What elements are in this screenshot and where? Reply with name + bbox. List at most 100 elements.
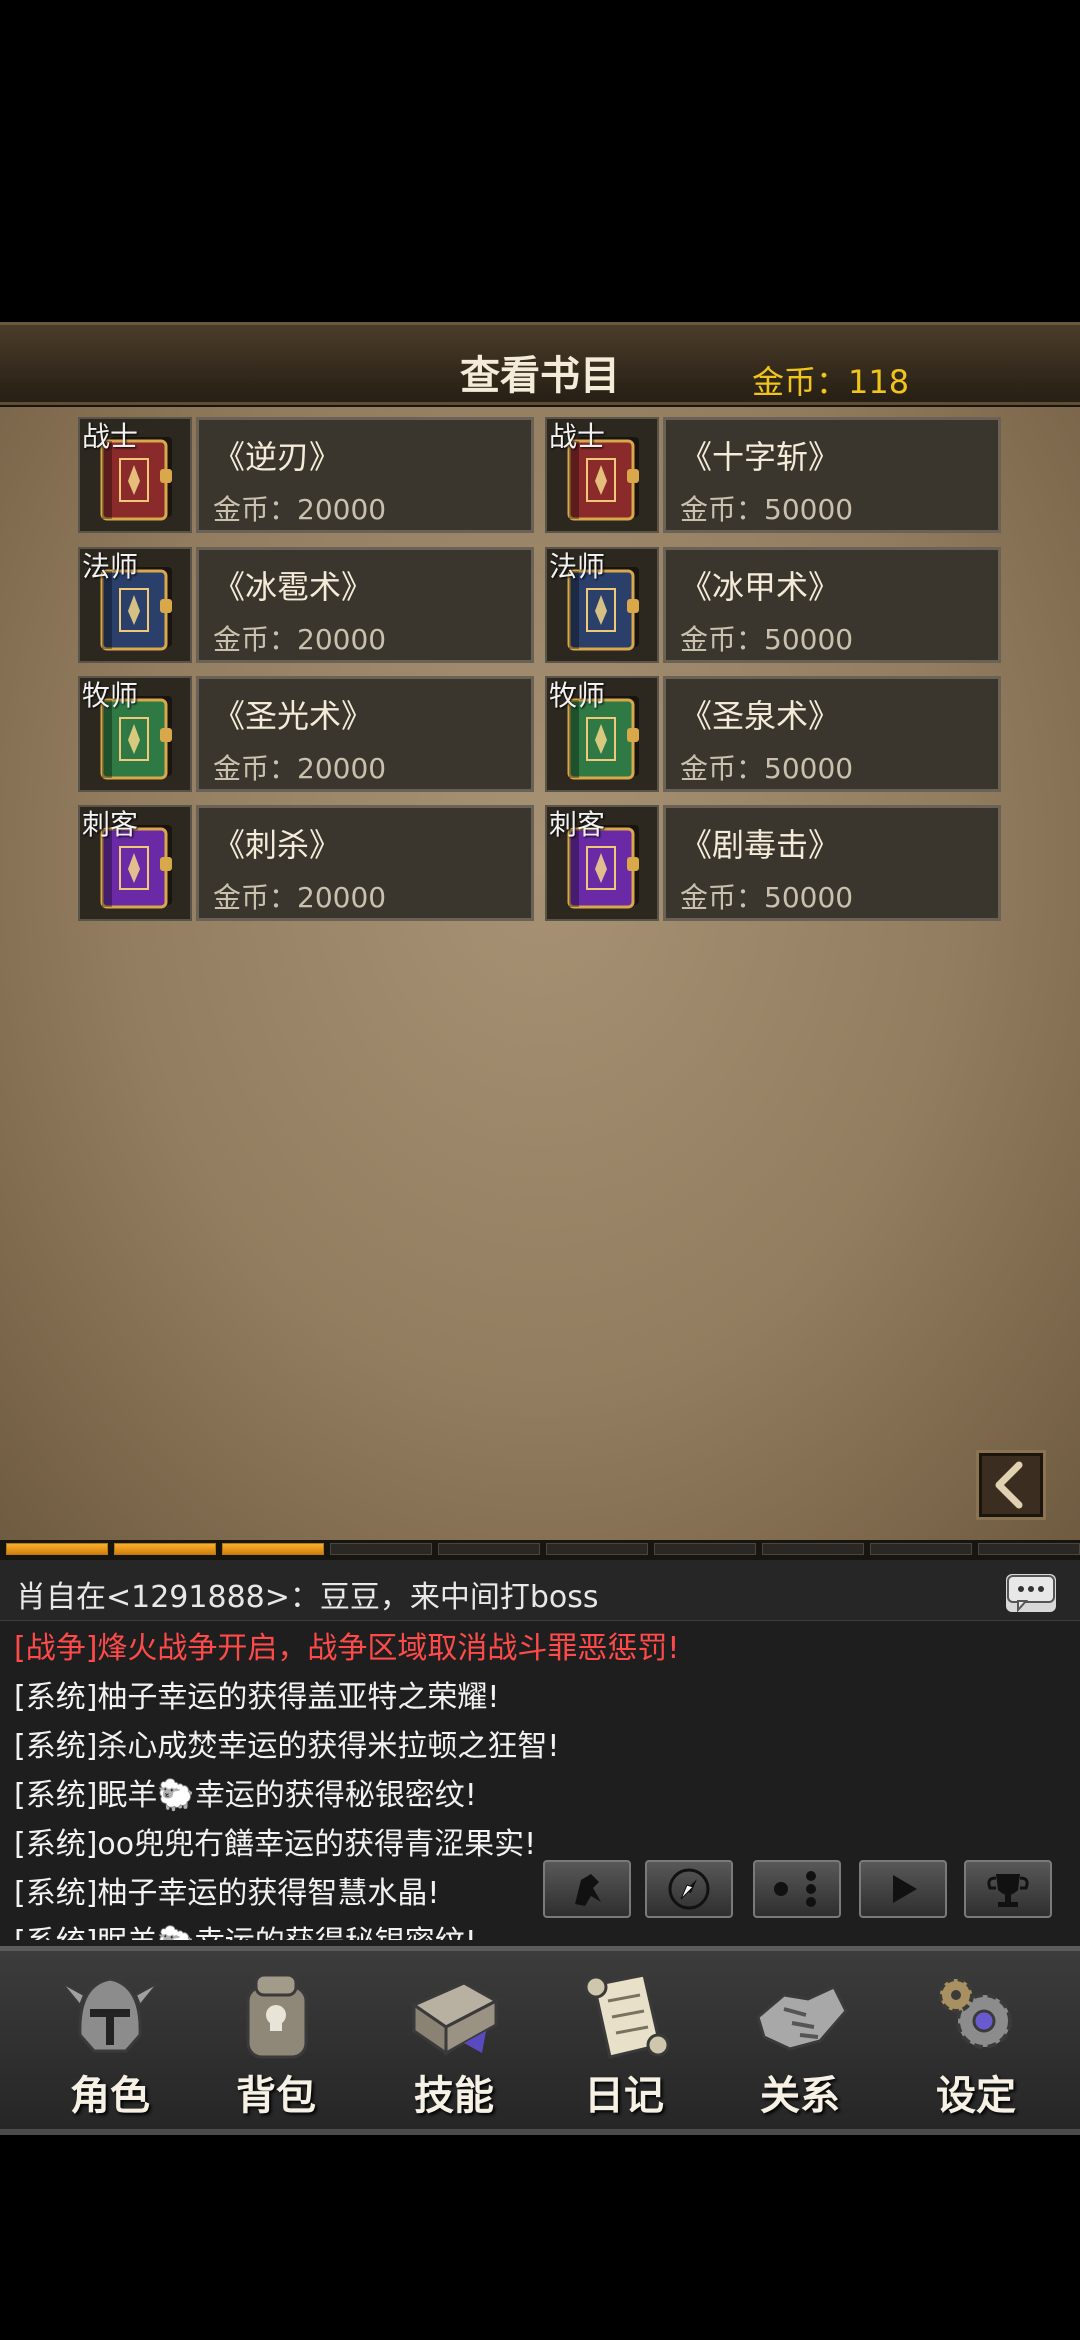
helmet-icon — [61, 1977, 159, 2053]
class-label: 战士 — [82, 420, 139, 453]
class-label: 法师 — [549, 550, 606, 583]
book-entry[interactable]: 牧师 《圣泉术》 金币：50000 — [545, 676, 1005, 794]
page-title: 查看书目 — [460, 353, 620, 399]
book-price: 金币：20000 — [213, 881, 387, 914]
class-label: 战士 — [549, 420, 606, 453]
book-info[interactable]: 《圣光术》金币：20000 — [196, 676, 534, 792]
handshake-icon — [756, 1985, 848, 2051]
chevron-left-icon — [995, 1461, 1023, 1509]
chat-latest-bar[interactable]: 肖自在<1291888>：豆豆，来中间打boss — [0, 1560, 1080, 1621]
book-tile[interactable]: 战士 — [545, 417, 659, 533]
book-name: 《刺杀》 — [213, 826, 342, 864]
book-price: 金币：50000 — [680, 752, 854, 785]
book-tile[interactable]: 法师 — [78, 547, 192, 663]
nav-label: 背包 — [236, 2073, 316, 2119]
class-label: 刺客 — [549, 808, 606, 841]
class-label: 法师 — [82, 550, 139, 583]
chat-line: [系统]柚子幸运的获得盖亚特之荣耀! — [14, 1680, 500, 1715]
book-name: 《圣泉术》 — [680, 697, 841, 735]
book-price: 金币：50000 — [680, 493, 854, 526]
book-name: 《十字斩》 — [680, 438, 841, 476]
creature-button[interactable] — [543, 1860, 631, 1918]
backpack-icon — [246, 1973, 308, 2059]
gold-value: 118 — [848, 363, 910, 401]
book-price: 金币：20000 — [213, 752, 387, 785]
book-price: 金币：20000 — [213, 493, 387, 526]
trophy-icon — [987, 1874, 1029, 1907]
progress-segment — [546, 1543, 648, 1555]
book-name: 《剧毒击》 — [680, 826, 841, 864]
book-tile[interactable]: 刺客 — [545, 805, 659, 921]
skill-book-icon — [410, 1981, 500, 2056]
book-tile[interactable]: 法师 — [545, 547, 659, 663]
book-name: 《圣光术》 — [213, 697, 374, 735]
book-name: 《冰甲术》 — [680, 568, 841, 606]
book-entry[interactable]: 战士 《十字斩》 金币：50000 — [545, 417, 1005, 535]
book-info[interactable]: 《剧毒击》金币：50000 — [663, 805, 1001, 921]
progress-strip — [0, 1540, 1080, 1562]
progress-segment — [6, 1543, 108, 1555]
book-info[interactable]: 《圣泉术》金币：50000 — [663, 676, 1001, 792]
scroll-icon — [584, 1973, 670, 2059]
nav-label: 技能 — [414, 2073, 494, 2119]
class-label: 牧师 — [82, 679, 139, 712]
chat-bubble-icon[interactable] — [1006, 1574, 1056, 1613]
book-info[interactable]: 《冰甲术》金币：50000 — [663, 547, 1001, 663]
book-info[interactable]: 《十字斩》金币：50000 — [663, 417, 1001, 533]
nav-item-helmet[interactable]: 角色 — [30, 1951, 190, 2129]
book-entry[interactable]: 法师 《冰甲术》 金币：50000 — [545, 547, 1005, 665]
book-info[interactable]: 《刺杀》金币：20000 — [196, 805, 534, 921]
nav-label: 关系 — [760, 2073, 840, 2119]
nav-item-scroll[interactable]: 日记 — [544, 1951, 704, 2129]
book-info[interactable]: 《逆刃》金币：20000 — [196, 417, 534, 533]
compass-icon — [668, 1868, 710, 1910]
progress-segment — [222, 1543, 324, 1555]
back-button[interactable] — [976, 1450, 1046, 1520]
book-entry[interactable]: 牧师 《圣光术》 金币：20000 — [78, 676, 538, 794]
nav-item-handshake[interactable]: 关系 — [720, 1951, 880, 2129]
play-icon — [893, 1875, 917, 1903]
play-button[interactable] — [859, 1860, 947, 1918]
chat-line: [系统]眠羊🐑幸运的获得秘银密纹! — [14, 1778, 477, 1813]
book-entry[interactable]: 战士 《逆刃》 金币：20000 — [78, 417, 538, 535]
trophy-button[interactable] — [964, 1860, 1052, 1918]
book-tile[interactable]: 牧师 — [545, 676, 659, 792]
book-name: 《冰雹术》 — [213, 568, 374, 606]
book-tile[interactable]: 战士 — [78, 417, 192, 533]
progress-segment — [870, 1543, 972, 1555]
book-tile[interactable]: 牧师 — [78, 676, 192, 792]
compass-button[interactable] — [645, 1860, 733, 1918]
chat-line: [战争]烽火战争开启，战争区域取消战斗罪恶惩罚! — [14, 1631, 680, 1666]
nav-label: 日记 — [584, 2073, 664, 2119]
gold-display: 金币：118 — [752, 357, 909, 403]
book-entry[interactable]: 刺客 《刺杀》 金币：20000 — [78, 805, 538, 923]
book-price: 金币：50000 — [680, 881, 854, 914]
class-label: 刺客 — [82, 808, 139, 841]
chat-line: [系统]杀心成焚幸运的获得米拉顿之狂智! — [14, 1729, 560, 1764]
bottom-nav: 角色 背包 技能 日记 关系 设定 — [0, 1946, 1080, 2135]
nav-item-gears[interactable]: 设定 — [896, 1951, 1056, 2129]
class-label: 牧师 — [549, 679, 606, 712]
nav-item-skill-book[interactable]: 技能 — [374, 1951, 534, 2129]
creature-icon — [575, 1874, 601, 1906]
book-price: 金币：50000 — [680, 623, 854, 656]
progress-segment — [438, 1543, 540, 1555]
gears-icon — [938, 1977, 1012, 2049]
dots-icon — [774, 1871, 816, 1907]
progress-segment — [114, 1543, 216, 1555]
book-name: 《逆刃》 — [213, 438, 342, 476]
title-bar: 查看书目 金币：118 — [0, 322, 1080, 410]
nav-item-backpack[interactable]: 背包 — [196, 1951, 356, 2129]
book-entry[interactable]: 刺客 《剧毒击》 金币：50000 — [545, 805, 1005, 923]
progress-segment — [654, 1543, 756, 1555]
progress-segment — [762, 1543, 864, 1555]
book-info[interactable]: 《冰雹术》金币：20000 — [196, 547, 534, 663]
progress-segment — [330, 1543, 432, 1555]
book-list-panel: 战士 《逆刃》 金币：20000 战士 《十字斩》 金币：50000 法师 《冰雹术》 金币：2… — [0, 407, 1080, 1540]
progress-segment — [978, 1543, 1080, 1555]
book-price: 金币：20000 — [213, 623, 387, 656]
book-entry[interactable]: 法师 《冰雹术》 金币：20000 — [78, 547, 538, 665]
dots-button[interactable] — [753, 1860, 841, 1918]
chat-line: [系统]眠羊🐑幸运的获得秘银密纹! — [14, 1918, 1074, 1940]
book-tile[interactable]: 刺客 — [78, 805, 192, 921]
